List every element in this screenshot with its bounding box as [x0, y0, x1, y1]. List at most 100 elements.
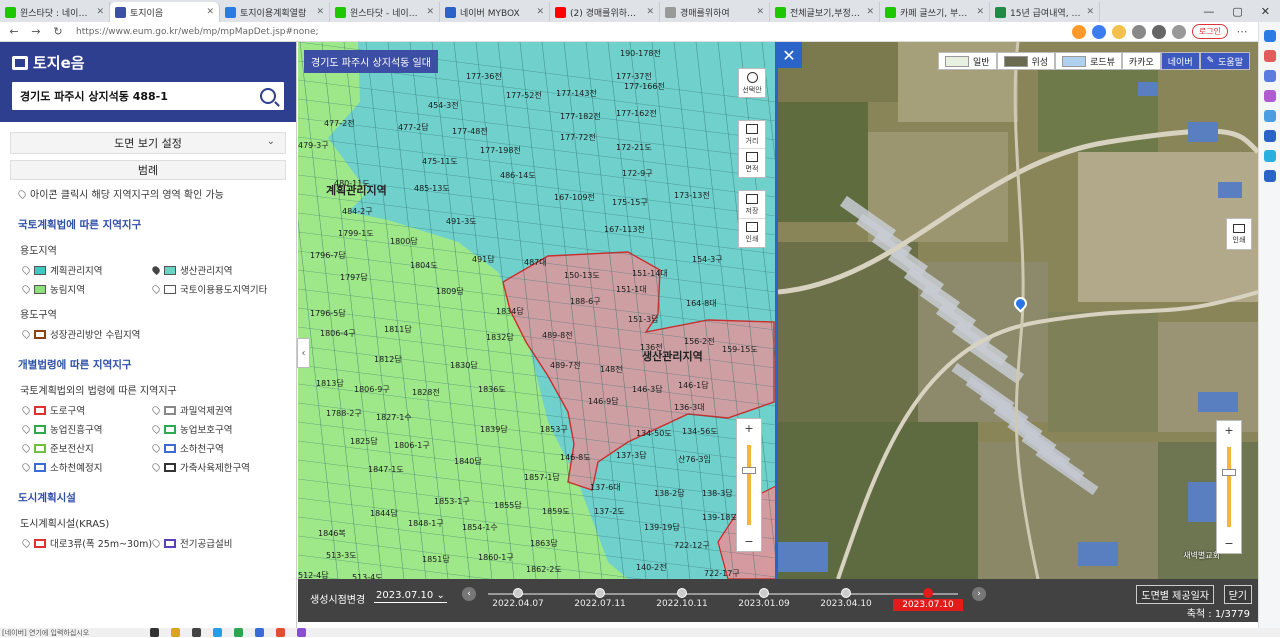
- location-pin-icon[interactable]: [150, 283, 162, 295]
- tools-icon[interactable]: [1263, 70, 1276, 82]
- close-timeline-button[interactable]: 닫기: [1223, 585, 1252, 604]
- location-pin-icon[interactable]: [150, 461, 162, 473]
- tab-close-icon[interactable]: ✕: [756, 7, 764, 17]
- view-settings-dropdown[interactable]: 도면 보기 설정 ⌄: [10, 132, 286, 154]
- map-type-5[interactable]: ✎ 도움말: [1199, 52, 1250, 70]
- login-button[interactable]: 로그인: [1191, 24, 1228, 39]
- zoning-map[interactable]: 190-178전 177-36전 177-37전 177-52전 177-143전 454…: [298, 42, 776, 579]
- map-type-3[interactable]: 카카오: [1121, 52, 1161, 70]
- legend-item[interactable]: 과밀억제권역: [150, 403, 292, 417]
- browser-tab[interactable]: 윈스타닷 - 네이버 지도 ✕: [330, 2, 440, 22]
- folder-icon[interactable]: [171, 628, 180, 637]
- timeline-point[interactable]: [595, 588, 605, 598]
- search-box[interactable]: 경기도 파주시 상지석동 488-1: [12, 82, 284, 110]
- map-tool-print[interactable]: 인쇄: [739, 219, 765, 247]
- legend-item[interactable]: 국토이용용도지역기타: [150, 282, 292, 296]
- browser-tab[interactable]: 네이버 MYBOX ✕: [440, 2, 550, 22]
- browser-tab[interactable]: 전체글보기,부정관의 재테크✕: [770, 2, 880, 22]
- outlook-icon[interactable]: [1263, 130, 1276, 142]
- map-type-2[interactable]: 로드뷰: [1055, 52, 1122, 70]
- url-field[interactable]: https://www.eum.go.kr/web/mp/mpMapDet.js…: [76, 27, 1066, 37]
- map-type-4[interactable]: 네이버: [1160, 52, 1200, 70]
- location-pin-icon[interactable]: [20, 461, 32, 473]
- tab-close-icon[interactable]: ✕: [96, 7, 104, 17]
- collections-icon[interactable]: [1171, 24, 1186, 39]
- timeline-point[interactable]: [841, 588, 851, 598]
- zoom-out-icon[interactable]: −: [1224, 537, 1233, 550]
- map-tool-ruler[interactable]: 거리: [739, 121, 765, 149]
- close-window-icon[interactable]: ✕: [1261, 5, 1270, 18]
- extension-puzzle-icon[interactable]: [1131, 24, 1146, 39]
- browser-tab[interactable]: 경매를위하여 ✕: [660, 2, 770, 22]
- tab-close-icon[interactable]: ✕: [866, 7, 874, 17]
- extension-fox-icon[interactable]: [1071, 24, 1086, 39]
- location-pin-icon[interactable]: [150, 404, 162, 416]
- games-icon[interactable]: [1263, 90, 1276, 102]
- timeline-point[interactable]: [677, 588, 687, 598]
- minimize-icon[interactable]: —: [1203, 5, 1214, 18]
- map-type-0[interactable]: 일반: [937, 52, 997, 70]
- forward-icon[interactable]: →: [28, 25, 44, 38]
- timeline-prev-icon[interactable]: ‹: [462, 587, 476, 601]
- browser-tab[interactable]: (2) 경매를위하여 - YouTube ✕: [550, 2, 660, 22]
- legend-item[interactable]: 가축사육제한구역: [150, 460, 292, 474]
- map-tool-download[interactable]: 저장: [739, 191, 765, 219]
- timeline-date-label[interactable]: 2023.04.10: [811, 599, 881, 609]
- more-icon[interactable]: ⋯: [1234, 25, 1250, 38]
- browser-tab[interactable]: 토지이음 ✕: [110, 2, 220, 22]
- location-pin-icon[interactable]: [20, 404, 32, 416]
- timeline-date-label[interactable]: 2022.10.11: [647, 599, 717, 609]
- map-tool-area[interactable]: 면적: [739, 149, 765, 177]
- chrome-icon[interactable]: [276, 628, 285, 637]
- tab-close-icon[interactable]: ✕: [1086, 7, 1094, 17]
- close-split-icon[interactable]: ✕: [776, 42, 802, 68]
- location-pin-icon[interactable]: [150, 537, 162, 549]
- location-pin-icon[interactable]: [20, 537, 32, 549]
- location-pin-icon[interactable]: [150, 423, 162, 435]
- app-icon[interactable]: [255, 628, 264, 637]
- tab-close-icon[interactable]: ✕: [976, 7, 984, 17]
- timeline-next-icon[interactable]: ›: [972, 587, 986, 601]
- extension-icon[interactable]: [1091, 24, 1106, 39]
- back-icon[interactable]: ←: [6, 25, 22, 38]
- logo[interactable]: 토지e음: [12, 52, 284, 73]
- extension-star-icon[interactable]: [1111, 24, 1126, 39]
- tab-close-icon[interactable]: ✕: [316, 7, 324, 17]
- zoom-slider[interactable]: [1222, 447, 1236, 527]
- legend-item[interactable]: 소하천구역: [150, 441, 292, 455]
- timeline-date-label[interactable]: 2023.07.10: [893, 599, 963, 611]
- tab-close-icon[interactable]: ✕: [536, 7, 544, 17]
- messenger-icon[interactable]: [297, 628, 306, 637]
- browser-tab[interactable]: 15년 급여내역, 남양주 조인 ✕: [990, 2, 1100, 22]
- legend-item[interactable]: 대로3류(폭 25m~30m): [20, 536, 152, 550]
- zoom-control-right[interactable]: + −: [1216, 420, 1242, 554]
- zoom-slider[interactable]: [742, 445, 756, 525]
- legend-item[interactable]: 전기공급설비: [150, 536, 292, 550]
- collapse-panel-button[interactable]: ‹: [297, 338, 310, 368]
- office-icon[interactable]: [1263, 110, 1276, 122]
- zoom-out-icon[interactable]: −: [744, 535, 753, 548]
- reload-icon[interactable]: ↻: [50, 25, 66, 38]
- browser-tab[interactable]: 토지이용계획열람 ✕: [220, 2, 330, 22]
- legend-item[interactable]: 계획관리지역: [20, 263, 152, 277]
- location-pin-icon[interactable]: [20, 264, 32, 276]
- word-icon[interactable]: [1263, 170, 1276, 182]
- zoom-slider-knob[interactable]: [1222, 469, 1236, 476]
- tab-close-icon[interactable]: ✕: [646, 7, 654, 17]
- maximize-icon[interactable]: ▢: [1232, 5, 1242, 18]
- legend-item[interactable]: 준보전산지: [20, 441, 152, 455]
- location-pin-icon[interactable]: [150, 264, 162, 276]
- map-tool-zoom-in[interactable]: 선택안: [739, 69, 765, 97]
- satellite-map[interactable]: 일반 위성 로드뷰 카카오 네이버 ✎ 도움말 인쇄 새벽별교회 + −: [778, 42, 1258, 579]
- split-divider[interactable]: [775, 42, 778, 579]
- map-type-1[interactable]: 위성: [996, 52, 1056, 70]
- timeline-date-select[interactable]: 2023.07.10 ⌄: [374, 589, 447, 603]
- shopping-icon[interactable]: [1263, 50, 1276, 62]
- search-input[interactable]: 경기도 파주시 상지석동 488-1: [20, 88, 260, 104]
- timeline-point[interactable]: [513, 588, 523, 598]
- search-icon[interactable]: [260, 88, 276, 104]
- browser-tab[interactable]: 카페 글쓰기, 부정관의 재테크 ✕: [880, 2, 990, 22]
- location-pin-icon[interactable]: [20, 442, 32, 454]
- edge-icon[interactable]: [213, 628, 222, 637]
- zoom-in-icon[interactable]: +: [1224, 424, 1233, 437]
